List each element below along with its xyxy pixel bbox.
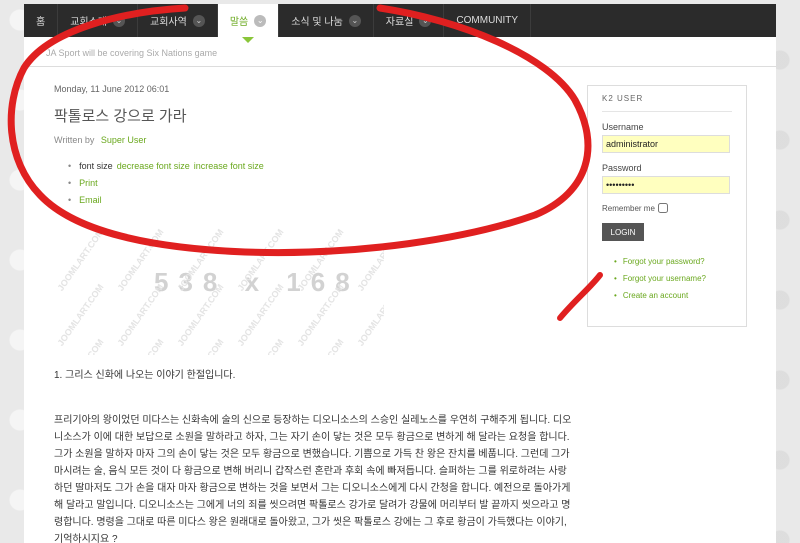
placeholder-watermark: JOOMLART.COM [355,282,384,348]
article-image-placeholder: 538 x 168 JOOMLART.COM JOOMLART.COM JOOMLA… [54,215,384,355]
forgot-username-link[interactable]: Forgot your username? [623,274,706,283]
nav-item-label: 소식 및 나눔 [291,17,343,28]
decrease-font-size-link[interactable]: decrease font size [117,161,190,171]
article-tools: font size decrease font size increase fo… [68,157,264,208]
forgot-username-item: Forgot your username? [614,270,732,287]
placeholder-watermark: JOOMLART.COM [355,227,384,293]
chevron-down-icon[interactable]: ⌄ [192,14,205,27]
password-input[interactable] [602,176,730,194]
nav-item-label: COMMUNITY [456,15,519,26]
chevron-down-icon[interactable]: ⌄ [113,14,126,27]
chevron-down-icon[interactable]: ⌄ [348,14,361,27]
email-link[interactable]: Email [79,195,102,205]
username-input[interactable] [602,135,730,153]
print-link[interactable]: Print [79,178,98,188]
increase-font-size-link[interactable]: increase font size [194,161,264,171]
article-byline: Written by Super User [54,135,146,145]
nav-item-3[interactable]: 말씀 ⌄ [217,4,280,37]
k2-links: Forgot your password? Forgot your userna… [602,253,732,304]
password-label: Password [602,163,642,173]
nav-item-label: 홈 [36,17,46,28]
nav-item-4[interactable]: 소식 및 나눔 ⌄ [279,4,374,37]
font-size-tool: font size decrease font size increase fo… [68,157,264,174]
nav-item-label: 교회사역 [150,17,187,28]
create-account-item: Create an account [614,287,732,304]
create-account-link[interactable]: Create an account [623,291,688,300]
remember-me-checkbox[interactable] [657,203,668,213]
main-navigation: 홈 교회소개 ⌄ 교회사역 ⌄ 말씀 ⌄ 소식 및 나눔 ⌄ 자료실 ⌄ COMMUNITY [24,4,776,37]
forgot-password-link[interactable]: Forgot your password? [623,257,705,266]
nav-item-label: 자료실 [385,17,414,28]
k2-module-title: K2 USER [602,94,732,112]
remember-me-row: Remember me [602,203,732,213]
font-size-label: font size [79,160,113,171]
k2-user-login-module: K2 USER Username Password Remember me LO… [587,85,747,327]
article-date: Monday, 11 June 2012 06:01 [54,84,170,94]
username-label: Username [602,122,644,132]
news-ticker-text[interactable]: JA Sport will be covering Six Nations ga… [46,48,217,58]
chevron-down-icon[interactable]: ⌄ [254,14,267,27]
nav-item-label: 교회소개 [70,17,108,28]
nav-item-label: 말씀 [229,17,249,28]
article-heading: 1. 그리스 신화에 나오는 이야기 한절입니다. [54,370,236,381]
chevron-down-icon[interactable]: ⌄ [419,14,432,27]
login-button[interactable]: LOGIN [602,223,644,241]
content-area: Monday, 11 June 2012 06:01 팍톨로스 강으로 가라 W… [24,67,776,543]
forgot-password-item: Forgot your password? [614,253,732,270]
nav-item-6[interactable]: COMMUNITY [444,4,532,37]
nav-item-5[interactable]: 자료실 ⌄ [374,4,445,37]
article-title[interactable]: 팍톨로스 강으로 가라 [54,105,187,126]
nav-item-1[interactable]: 교회소개 ⌄ [58,4,139,37]
article-body: 1. 그리스 신화에 나오는 이야기 한절입니다. 프리기아의 왕이었던 미다스… [54,367,574,543]
news-ticker-bar: JA Sport will be covering Six Nations ga… [24,37,776,67]
nav-item-0[interactable]: 홈 [24,4,59,37]
article-paragraph: 프리기아의 왕이었던 미다스는 신화속에 술의 신으로 등장하는 디오니소스의 … [54,415,572,543]
remember-me-label: Remember me [602,203,655,213]
email-tool: Email [68,191,264,208]
written-by-label: Written by [54,135,95,145]
nav-item-2[interactable]: 교회사역 ⌄ [138,4,218,37]
print-tool: Print [68,174,264,191]
author-link[interactable]: Super User [101,135,147,145]
